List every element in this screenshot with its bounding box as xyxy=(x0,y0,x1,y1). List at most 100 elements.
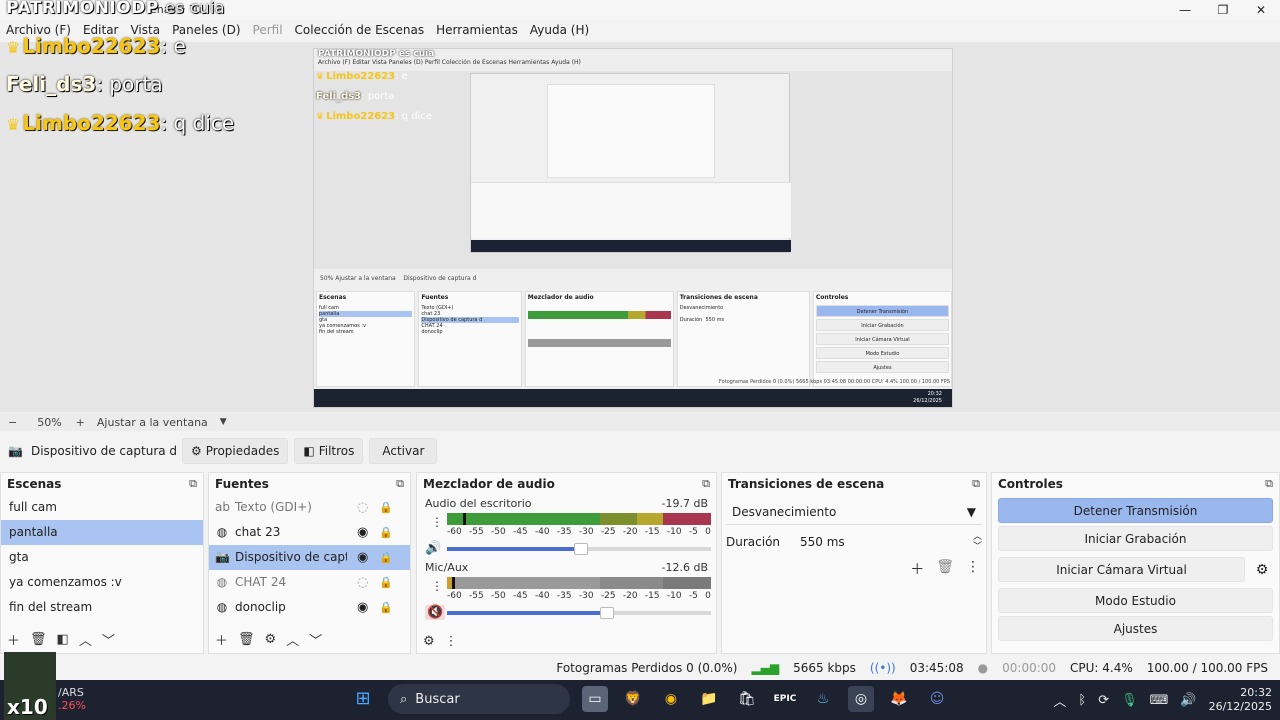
more-options-icon[interactable]: ⋮ xyxy=(966,559,980,579)
preview-canvas[interactable]: PATRIMONIODP es cuia Archivo (F) Editar … xyxy=(313,48,953,408)
undock-icon[interactable]: ⧉ xyxy=(189,477,197,491)
lock-icon[interactable]: 🔒 xyxy=(379,570,393,595)
windows-start-icon[interactable]: ⊞ xyxy=(350,686,376,712)
firefox-icon[interactable]: 🦊 xyxy=(886,686,912,712)
settings-button[interactable]: Ajustes xyxy=(998,616,1273,641)
trash-icon[interactable]: 🗑 xyxy=(30,632,47,647)
undock-icon[interactable]: ⧉ xyxy=(972,477,980,491)
track-db: -12.6 dB xyxy=(661,561,709,574)
obs-icon[interactable]: ◎ xyxy=(848,686,874,712)
minimize-button[interactable]: — xyxy=(1166,0,1204,20)
properties-button[interactable]: ⚙ Propiedades xyxy=(182,438,289,464)
sync-icon[interactable]: ⟳ xyxy=(1098,693,1109,708)
taskbar-search[interactable]: ⌕ Buscar xyxy=(388,684,570,714)
eye-hidden-icon[interactable]: ◌ xyxy=(357,570,368,595)
nested-chat-line: Feli_ds3: porta xyxy=(316,91,395,102)
source-item[interactable]: ◍ chat 23 ◉ 🔒 xyxy=(209,520,410,545)
chevron-down-icon[interactable]: ﹀ xyxy=(102,630,115,649)
eye-icon[interactable]: ◉ xyxy=(357,520,368,545)
microphone-icon[interactable]: 🎙 xyxy=(1121,693,1138,708)
steam-icon[interactable]: ♨ xyxy=(810,686,836,712)
zoom-dropdown-icon[interactable]: ▼ xyxy=(220,417,227,427)
lock-icon[interactable]: 🔒 xyxy=(379,545,393,570)
store-icon[interactable]: 🛍 xyxy=(734,686,760,712)
menu-herramientas[interactable]: Herramientas xyxy=(430,20,524,42)
menu-perfil[interactable]: Perfil xyxy=(247,20,289,42)
add-icon[interactable]: ＋ xyxy=(7,630,20,649)
eye-icon[interactable]: ◉ xyxy=(357,595,368,620)
widgets-button[interactable]: /ARS .26% xyxy=(58,686,86,712)
filters-button[interactable]: ◧ Filtros xyxy=(294,438,364,464)
lock-icon[interactable]: 🔒 xyxy=(379,495,393,520)
taskbar-center: ⊞ ⌕ Buscar ▭ 🦁 ◉ 📁 🛍 EPIC ♨ ◎ 🦊 ☺ xyxy=(350,684,950,714)
scene-item[interactable]: full cam xyxy=(1,495,203,520)
advanced-audio-gear-icon[interactable]: ⚙ xyxy=(423,634,435,649)
studio-mode-button[interactable]: Modo Estudio xyxy=(998,588,1273,613)
clock[interactable]: 20:32 26/12/2025 xyxy=(1209,686,1272,714)
volume-slider[interactable] xyxy=(447,543,711,555)
speaker-muted-icon[interactable]: 🔇 xyxy=(425,605,446,620)
undock-icon[interactable]: ⧉ xyxy=(702,477,710,491)
chrome-icon[interactable]: ◉ xyxy=(658,686,684,712)
menu-ayuda[interactable]: Ayuda (H) xyxy=(524,20,595,42)
scene-item[interactable]: gta xyxy=(1,545,203,570)
chat-username: Limbo22623 xyxy=(22,34,161,58)
more-options-icon[interactable]: ⋮ xyxy=(431,515,443,529)
clock-time: 20:32 xyxy=(1240,686,1272,699)
preview-area[interactable]: ♛ Limbo22623: e Feli_ds3: porta ♛ Limbo226… xyxy=(0,34,1280,412)
source-item[interactable]: ◍ CHAT 24 ◌ 🔒 xyxy=(209,570,410,595)
network-icon[interactable]: ⌨ xyxy=(1150,693,1169,708)
file-explorer-icon[interactable]: 📁 xyxy=(696,686,722,712)
chevron-up-icon[interactable]: ︿ xyxy=(286,630,299,649)
epic-games-icon[interactable]: EPIC xyxy=(772,686,798,712)
chevron-down-icon[interactable]: ﹀ xyxy=(309,630,322,649)
brave-icon[interactable]: 🦁 xyxy=(620,686,646,712)
discord-icon[interactable]: ☺ xyxy=(924,686,950,712)
eye-icon[interactable]: ◉ xyxy=(357,545,368,570)
more-options-icon[interactable]: ⋮ xyxy=(431,579,443,593)
scene-item[interactable]: ya comenzamos :v xyxy=(1,570,203,595)
fit-window-label[interactable]: Ajustar a la ventana xyxy=(97,416,208,429)
add-icon[interactable]: ＋ xyxy=(215,630,228,649)
source-item[interactable]: ab Texto (GDI+) ◌ 🔒 xyxy=(209,495,410,520)
start-recording-button[interactable]: Iniciar Grabación xyxy=(998,526,1273,551)
activate-button[interactable]: Activar xyxy=(369,438,438,464)
duration-input[interactable]: 550 ms xyxy=(800,535,953,549)
gear-icon[interactable]: ⚙ xyxy=(1249,562,1275,578)
add-icon[interactable]: ＋ xyxy=(910,559,924,579)
task-view-icon[interactable]: ▭ xyxy=(582,686,608,712)
browser-icon: ◍ xyxy=(216,600,228,614)
scenes-footer: ＋ 🗑 ◧ ︿ ﹀ xyxy=(7,630,115,649)
source-item[interactable]: ◍ donoclip ◉ 🔒 xyxy=(209,595,410,620)
scene-item[interactable]: pantalla xyxy=(1,520,203,545)
zoom-in-button[interactable]: + xyxy=(76,416,85,429)
trash-icon[interactable]: 🗑 xyxy=(238,632,255,647)
stop-streaming-button[interactable]: Detener Transmisión xyxy=(998,498,1273,523)
filter-icon[interactable]: ◧ xyxy=(57,632,69,647)
chevron-up-icon[interactable]: ︿ xyxy=(1053,691,1066,710)
scene-item[interactable]: fin del stream xyxy=(1,595,203,620)
transition-select[interactable]: Desvanecimiento ▼ xyxy=(726,499,982,525)
trash-icon[interactable]: 🗑 xyxy=(936,559,954,579)
volume-slider[interactable] xyxy=(447,607,711,619)
zoom-out-button[interactable]: − xyxy=(8,416,17,429)
bluetooth-icon[interactable]: ᛒ xyxy=(1078,693,1086,708)
properties-label: Propiedades xyxy=(205,444,280,458)
chat-username: Limbo22623 xyxy=(22,111,161,135)
gear-icon[interactable]: ⚙ xyxy=(265,632,277,647)
source-item[interactable]: 📷 Dispositivo de captura de ◉ 🔒 xyxy=(209,545,410,570)
undock-icon[interactable]: ⧉ xyxy=(1265,477,1273,491)
speaker-icon[interactable]: 🔊 xyxy=(425,541,441,556)
undock-icon[interactable]: ⧉ xyxy=(396,477,404,491)
maximize-button[interactable]: ❐ xyxy=(1204,0,1242,20)
lock-icon[interactable]: 🔒 xyxy=(379,520,393,545)
volume-icon[interactable]: 🔊 xyxy=(1180,693,1196,708)
eye-hidden-icon[interactable]: ◌ xyxy=(357,495,368,520)
chevron-up-icon[interactable]: ︿ xyxy=(79,630,92,649)
spin-arrows-icon[interactable]: ︿ ﹀ xyxy=(973,532,982,552)
menu-coleccion-escenas[interactable]: Colección de Escenas xyxy=(289,20,431,42)
lock-icon[interactable]: 🔒 xyxy=(379,595,393,620)
close-button[interactable]: ✕ xyxy=(1242,0,1280,20)
more-options-icon[interactable]: ⋮ xyxy=(445,634,458,649)
start-virtual-camera-button[interactable]: Iniciar Cámara Virtual xyxy=(998,557,1245,582)
